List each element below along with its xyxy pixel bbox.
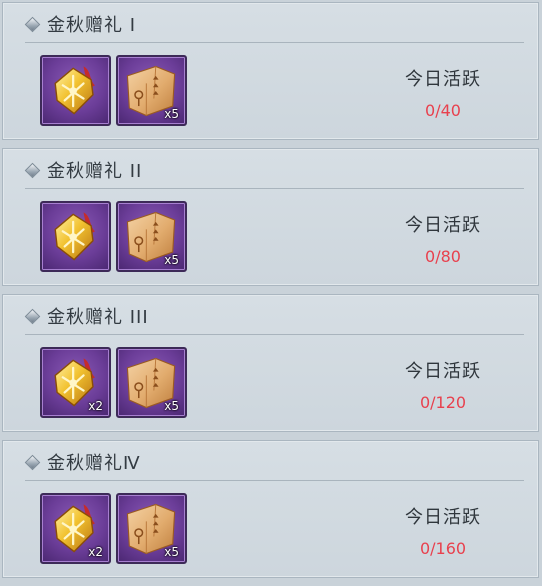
reward-slot-badge[interactable]: x2 — [40, 493, 111, 564]
activity-label: 今日活跃 — [405, 215, 481, 236]
reward-slot-scroll[interactable]: x5 — [116, 55, 187, 126]
gem-bullet-icon — [24, 16, 41, 32]
reward-count: x5 — [164, 399, 179, 413]
activity-progress-value: 0/160 — [419, 539, 467, 558]
activity-progress-value: 0/40 — [425, 101, 461, 120]
activity-progress-value: 0/120 — [419, 393, 467, 412]
reward-tier-panel: 金秋赠礼Ⅳ x2 x5 今日活跃 0/160 — [2, 440, 539, 578]
reward-count: x5 — [164, 253, 179, 267]
reward-slot-badge[interactable] — [40, 201, 111, 272]
activity-progress: 今日活跃 0/40 — [383, 65, 503, 120]
activity-progress: 今日活跃 0/160 — [383, 503, 503, 558]
reward-slot-scroll[interactable]: x5 — [116, 201, 187, 272]
reward-list: x5 — [40, 201, 187, 272]
activity-progress-value: 0/80 — [425, 247, 461, 266]
reward-list: x5 — [40, 55, 187, 126]
reward-tier-panel: 金秋赠礼 I x5 今日活跃 0/40 — [2, 2, 539, 140]
reward-count: x2 — [88, 399, 103, 413]
divider — [25, 334, 524, 335]
gem-bullet-icon — [24, 308, 41, 324]
gem-bullet-icon — [24, 162, 41, 178]
tier-title: 金秋赠礼Ⅳ — [47, 453, 141, 474]
reward-slot-scroll[interactable]: x5 — [116, 347, 187, 418]
reward-slot-scroll[interactable]: x5 — [116, 493, 187, 564]
divider — [25, 188, 524, 189]
reward-count: x2 — [88, 545, 103, 559]
reward-list: x2 x5 — [40, 493, 187, 564]
gem-bullet-icon — [24, 454, 41, 470]
golden-badge-icon — [54, 212, 95, 261]
tier-title: 金秋赠礼 III — [47, 307, 149, 328]
activity-label: 今日活跃 — [405, 361, 481, 382]
activity-label: 今日活跃 — [405, 69, 481, 90]
tier-title: 金秋赠礼 I — [47, 15, 137, 36]
activity-progress: 今日活跃 0/120 — [383, 357, 503, 412]
golden-badge-icon — [54, 66, 95, 115]
reward-count: x5 — [164, 107, 179, 121]
tier-header: 金秋赠礼 II — [24, 155, 143, 185]
activity-label: 今日活跃 — [405, 507, 481, 528]
reward-count: x5 — [164, 545, 179, 559]
reward-tier-panel: 金秋赠礼 III x2 x5 今日活跃 0/120 — [2, 294, 539, 432]
tier-title: 金秋赠礼 II — [47, 161, 143, 182]
tier-header: 金秋赠礼 III — [24, 301, 149, 331]
divider — [25, 480, 524, 481]
divider — [25, 42, 524, 43]
reward-tier-panel: 金秋赠礼 II x5 今日活跃 0/80 — [2, 148, 539, 286]
activity-progress: 今日活跃 0/80 — [383, 211, 503, 266]
tier-header: 金秋赠礼Ⅳ — [24, 447, 141, 477]
reward-list: x2 x5 — [40, 347, 187, 418]
tier-header: 金秋赠礼 I — [24, 9, 137, 39]
reward-slot-badge[interactable]: x2 — [40, 347, 111, 418]
reward-slot-badge[interactable] — [40, 55, 111, 126]
